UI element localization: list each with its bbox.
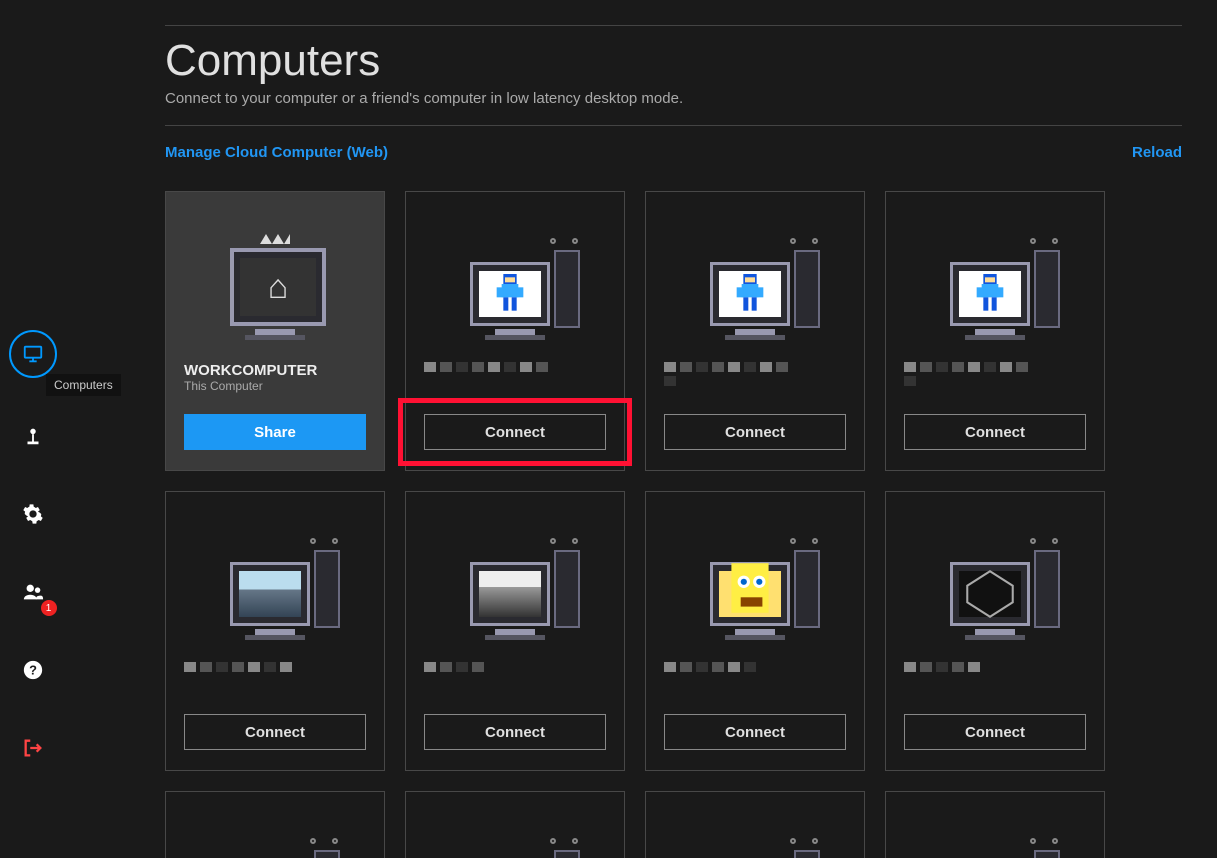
page-subtitle: Connect to your computer or a friend's c… xyxy=(165,90,1182,107)
computer-icon xyxy=(904,810,1086,858)
redacted-name xyxy=(904,362,1034,396)
redacted-name xyxy=(664,662,794,696)
computer-icon xyxy=(424,810,606,858)
manage-cloud-link[interactable]: Manage Cloud Computer (Web) xyxy=(165,144,388,161)
computers-grid: ⌂ WORKCOMPUTERThis Computer Share Connect Co… xyxy=(165,191,1182,858)
computer-name-zone xyxy=(904,662,1086,706)
computer-icon: ⌂ xyxy=(184,210,366,340)
computer-subtitle: This Computer xyxy=(184,379,366,393)
computer-card[interactable]: ⌂ WORKCOMPUTERThis Computer Share xyxy=(165,191,385,471)
svg-text:?: ? xyxy=(29,663,37,678)
computer-card[interactable]: Connect xyxy=(645,491,865,771)
computer-name-zone xyxy=(664,362,846,406)
connect-button[interactable]: Connect xyxy=(904,414,1086,450)
nav-help[interactable]: ? xyxy=(13,650,53,690)
connect-button[interactable]: Connect xyxy=(664,414,846,450)
computer-card[interactable] xyxy=(165,791,385,858)
computer-name-zone xyxy=(424,662,606,706)
computer-icon xyxy=(664,210,846,340)
nav-arcade[interactable] xyxy=(13,416,53,456)
computer-name-zone xyxy=(904,362,1086,406)
computer-name-zone: WORKCOMPUTERThis Computer xyxy=(184,362,366,406)
computer-icon xyxy=(424,510,606,640)
redacted-name xyxy=(904,662,1034,696)
main-content: Computers Connect to your computer or a … xyxy=(65,0,1217,858)
computer-card[interactable] xyxy=(885,791,1105,858)
computer-icon xyxy=(904,210,1086,340)
redacted-name xyxy=(424,362,554,396)
computer-card[interactable]: Connect xyxy=(885,491,1105,771)
redacted-name xyxy=(664,362,794,396)
computer-card[interactable] xyxy=(405,791,625,858)
nav-friends[interactable]: 1 xyxy=(13,572,53,612)
connect-button[interactable]: Connect xyxy=(904,714,1086,750)
share-button[interactable]: Share xyxy=(184,414,366,450)
computer-card[interactable]: Connect xyxy=(885,191,1105,471)
page-title: Computers xyxy=(165,36,1182,86)
reload-link[interactable]: Reload xyxy=(1132,144,1182,161)
friends-badge: 1 xyxy=(41,600,57,616)
connect-button[interactable]: Connect xyxy=(424,414,606,450)
computer-name-zone xyxy=(424,362,606,406)
computer-name: WORKCOMPUTER xyxy=(184,362,366,379)
computer-icon xyxy=(664,810,846,858)
computer-name-zone xyxy=(664,662,846,706)
nav-settings[interactable] xyxy=(13,494,53,534)
nav-computers[interactable] xyxy=(9,330,57,378)
connect-button[interactable]: Connect xyxy=(664,714,846,750)
sidebar: 1 ? xyxy=(0,0,65,858)
computer-card[interactable] xyxy=(645,791,865,858)
computer-card[interactable]: Connect xyxy=(165,491,385,771)
connect-button[interactable]: Connect xyxy=(184,714,366,750)
computer-icon xyxy=(184,510,366,640)
computer-icon xyxy=(664,510,846,640)
redacted-name xyxy=(184,662,314,696)
computer-icon xyxy=(184,810,366,858)
connect-button[interactable]: Connect xyxy=(424,714,606,750)
computer-card[interactable]: Connect xyxy=(405,191,625,471)
nav-logout[interactable] xyxy=(13,728,53,768)
computer-name-zone xyxy=(184,662,366,706)
computer-icon xyxy=(424,210,606,340)
computer-card[interactable]: Connect xyxy=(645,191,865,471)
redacted-name xyxy=(424,662,554,696)
computer-icon xyxy=(904,510,1086,640)
computer-card[interactable]: Connect xyxy=(405,491,625,771)
